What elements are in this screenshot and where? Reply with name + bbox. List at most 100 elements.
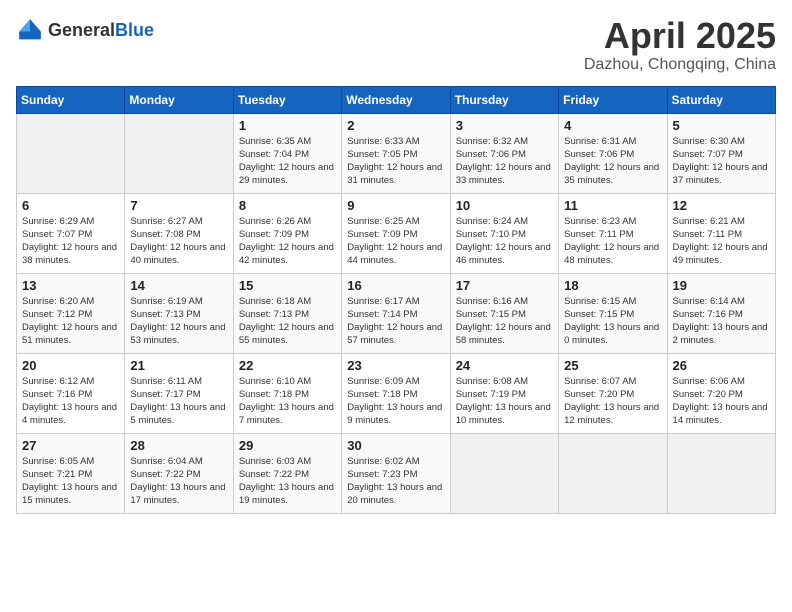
day-number: 13 bbox=[22, 278, 119, 293]
calendar-subtitle: Dazhou, Chongqing, China bbox=[584, 56, 776, 74]
cell-info: Sunrise: 6:11 AM Sunset: 7:17 PM Dayligh… bbox=[130, 375, 227, 428]
calendar-cell: 27 Sunrise: 6:05 AM Sunset: 7:21 PM Dayli… bbox=[17, 433, 125, 513]
logo-text: GeneralBlue bbox=[48, 20, 154, 41]
day-header-monday: Monday bbox=[125, 86, 233, 113]
page-header: GeneralBlue April 2025 Dazhou, Chongqing… bbox=[16, 16, 776, 74]
day-number: 17 bbox=[456, 278, 553, 293]
calendar-cell: 24Sunrise: 6:08 AM Sunset: 7:19 PM Dayli… bbox=[450, 353, 558, 433]
calendar-body: 1 Sunrise: 6:35 AM Sunset: 7:04 PM Daylig… bbox=[17, 113, 776, 513]
day-number: 30 bbox=[347, 438, 444, 453]
calendar-cell: 22 Sunrise: 6:10 AM Sunset: 7:18 PM Dayli… bbox=[233, 353, 341, 433]
day-number: 22 bbox=[239, 358, 336, 373]
day-number: 9 bbox=[347, 198, 444, 213]
calendar-cell: 21 Sunrise: 6:11 AM Sunset: 7:17 PM Dayli… bbox=[125, 353, 233, 433]
cell-info: Sunrise: 6:21 AM Sunset: 7:11 PM Dayligh… bbox=[673, 215, 770, 268]
title-block: April 2025 Dazhou, Chongqing, China bbox=[584, 16, 776, 74]
calendar-cell: 8Sunrise: 6:26 AM Sunset: 7:09 PM Daylig… bbox=[233, 193, 341, 273]
calendar-table: SundayMondayTuesdayWednesdayThursdayFrid… bbox=[16, 86, 776, 514]
cell-info: Sunrise: 6:07 AM Sunset: 7:20 PM Dayligh… bbox=[564, 375, 661, 428]
cell-info: Sunrise: 6:23 AM Sunset: 7:11 PM Dayligh… bbox=[564, 215, 661, 268]
day-header-tuesday: Tuesday bbox=[233, 86, 341, 113]
day-header-friday: Friday bbox=[559, 86, 667, 113]
calendar-cell bbox=[559, 433, 667, 513]
cell-info: Sunrise: 6:25 AM Sunset: 7:09 PM Dayligh… bbox=[347, 215, 444, 268]
day-number: 14 bbox=[130, 278, 227, 293]
cell-info: Sunrise: 6:15 AM Sunset: 7:15 PM Dayligh… bbox=[564, 295, 661, 348]
calendar-cell: 9 Sunrise: 6:25 AM Sunset: 7:09 PM Daylig… bbox=[342, 193, 450, 273]
cell-info: Sunrise: 6:20 AM Sunset: 7:12 PM Dayligh… bbox=[22, 295, 119, 348]
calendar-cell: 29 Sunrise: 6:03 AM Sunset: 7:22 PM Dayli… bbox=[233, 433, 341, 513]
calendar-cell: 20 Sunrise: 6:12 AM Sunset: 7:16 PM Dayli… bbox=[17, 353, 125, 433]
cell-info: Sunrise: 6:27 AM Sunset: 7:08 PM Dayligh… bbox=[130, 215, 227, 268]
day-number: 4 bbox=[564, 118, 661, 133]
day-header-saturday: Saturday bbox=[667, 86, 775, 113]
day-number: 11 bbox=[564, 198, 661, 213]
calendar-cell: 17 Sunrise: 6:16 AM Sunset: 7:15 PM Dayli… bbox=[450, 273, 558, 353]
calendar-cell: 25Sunrise: 6:07 AM Sunset: 7:20 PM Dayli… bbox=[559, 353, 667, 433]
logo: GeneralBlue bbox=[16, 16, 154, 44]
day-number: 8 bbox=[239, 198, 336, 213]
calendar-cell: 12Sunrise: 6:21 AM Sunset: 7:11 PM Dayli… bbox=[667, 193, 775, 273]
day-number: 20 bbox=[22, 358, 119, 373]
cell-info: Sunrise: 6:17 AM Sunset: 7:14 PM Dayligh… bbox=[347, 295, 444, 348]
calendar-week-row: 13 Sunrise: 6:20 AM Sunset: 7:12 PM Dayli… bbox=[17, 273, 776, 353]
calendar-cell: 13 Sunrise: 6:20 AM Sunset: 7:12 PM Dayli… bbox=[17, 273, 125, 353]
cell-info: Sunrise: 6:32 AM Sunset: 7:06 PM Dayligh… bbox=[456, 135, 553, 188]
day-number: 28 bbox=[130, 438, 227, 453]
calendar-cell: 1 Sunrise: 6:35 AM Sunset: 7:04 PM Daylig… bbox=[233, 113, 341, 193]
day-number: 6 bbox=[22, 198, 119, 213]
day-header-thursday: Thursday bbox=[450, 86, 558, 113]
calendar-cell: 14 Sunrise: 6:19 AM Sunset: 7:13 PM Dayli… bbox=[125, 273, 233, 353]
cell-info: Sunrise: 6:16 AM Sunset: 7:15 PM Dayligh… bbox=[456, 295, 553, 348]
cell-info: Sunrise: 6:10 AM Sunset: 7:18 PM Dayligh… bbox=[239, 375, 336, 428]
calendar-cell bbox=[17, 113, 125, 193]
cell-info: Sunrise: 6:03 AM Sunset: 7:22 PM Dayligh… bbox=[239, 455, 336, 508]
cell-info: Sunrise: 6:14 AM Sunset: 7:16 PM Dayligh… bbox=[673, 295, 770, 348]
calendar-cell: 15 Sunrise: 6:18 AM Sunset: 7:13 PM Dayli… bbox=[233, 273, 341, 353]
day-number: 24 bbox=[456, 358, 553, 373]
cell-info: Sunrise: 6:04 AM Sunset: 7:22 PM Dayligh… bbox=[130, 455, 227, 508]
calendar-title: April 2025 bbox=[584, 16, 776, 56]
day-number: 18 bbox=[564, 278, 661, 293]
day-header-sunday: Sunday bbox=[17, 86, 125, 113]
day-number: 1 bbox=[239, 118, 336, 133]
calendar-cell: 10Sunrise: 6:24 AM Sunset: 7:10 PM Dayli… bbox=[450, 193, 558, 273]
logo-blue: Blue bbox=[115, 20, 154, 40]
calendar-cell: 3 Sunrise: 6:32 AM Sunset: 7:06 PM Daylig… bbox=[450, 113, 558, 193]
cell-info: Sunrise: 6:35 AM Sunset: 7:04 PM Dayligh… bbox=[239, 135, 336, 188]
day-number: 5 bbox=[673, 118, 770, 133]
day-number: 10 bbox=[456, 198, 553, 213]
calendar-cell bbox=[125, 113, 233, 193]
cell-info: Sunrise: 6:30 AM Sunset: 7:07 PM Dayligh… bbox=[673, 135, 770, 188]
day-number: 7 bbox=[130, 198, 227, 213]
calendar-week-row: 6 Sunrise: 6:29 AM Sunset: 7:07 PM Daylig… bbox=[17, 193, 776, 273]
calendar-cell: 28 Sunrise: 6:04 AM Sunset: 7:22 PM Dayli… bbox=[125, 433, 233, 513]
cell-info: Sunrise: 6:05 AM Sunset: 7:21 PM Dayligh… bbox=[22, 455, 119, 508]
cell-info: Sunrise: 6:09 AM Sunset: 7:18 PM Dayligh… bbox=[347, 375, 444, 428]
calendar-week-row: 1 Sunrise: 6:35 AM Sunset: 7:04 PM Daylig… bbox=[17, 113, 776, 193]
calendar-cell: 18 Sunrise: 6:15 AM Sunset: 7:15 PM Dayli… bbox=[559, 273, 667, 353]
cell-info: Sunrise: 6:19 AM Sunset: 7:13 PM Dayligh… bbox=[130, 295, 227, 348]
cell-info: Sunrise: 6:12 AM Sunset: 7:16 PM Dayligh… bbox=[22, 375, 119, 428]
day-number: 29 bbox=[239, 438, 336, 453]
calendar-cell: 7 Sunrise: 6:27 AM Sunset: 7:08 PM Daylig… bbox=[125, 193, 233, 273]
calendar-cell: 11 Sunrise: 6:23 AM Sunset: 7:11 PM Dayli… bbox=[559, 193, 667, 273]
day-number: 15 bbox=[239, 278, 336, 293]
day-number: 27 bbox=[22, 438, 119, 453]
calendar-cell: 6 Sunrise: 6:29 AM Sunset: 7:07 PM Daylig… bbox=[17, 193, 125, 273]
cell-info: Sunrise: 6:31 AM Sunset: 7:06 PM Dayligh… bbox=[564, 135, 661, 188]
cell-info: Sunrise: 6:18 AM Sunset: 7:13 PM Dayligh… bbox=[239, 295, 336, 348]
day-number: 19 bbox=[673, 278, 770, 293]
cell-info: Sunrise: 6:33 AM Sunset: 7:05 PM Dayligh… bbox=[347, 135, 444, 188]
calendar-cell: 4 Sunrise: 6:31 AM Sunset: 7:06 PM Daylig… bbox=[559, 113, 667, 193]
day-number: 2 bbox=[347, 118, 444, 133]
day-number: 16 bbox=[347, 278, 444, 293]
calendar-cell: 19 Sunrise: 6:14 AM Sunset: 7:16 PM Dayli… bbox=[667, 273, 775, 353]
cell-info: Sunrise: 6:02 AM Sunset: 7:23 PM Dayligh… bbox=[347, 455, 444, 508]
calendar-cell: 30 Sunrise: 6:02 AM Sunset: 7:23 PM Dayli… bbox=[342, 433, 450, 513]
day-number: 3 bbox=[456, 118, 553, 133]
cell-info: Sunrise: 6:29 AM Sunset: 7:07 PM Dayligh… bbox=[22, 215, 119, 268]
day-number: 21 bbox=[130, 358, 227, 373]
calendar-header-row: SundayMondayTuesdayWednesdayThursdayFrid… bbox=[17, 86, 776, 113]
cell-info: Sunrise: 6:06 AM Sunset: 7:20 PM Dayligh… bbox=[673, 375, 770, 428]
